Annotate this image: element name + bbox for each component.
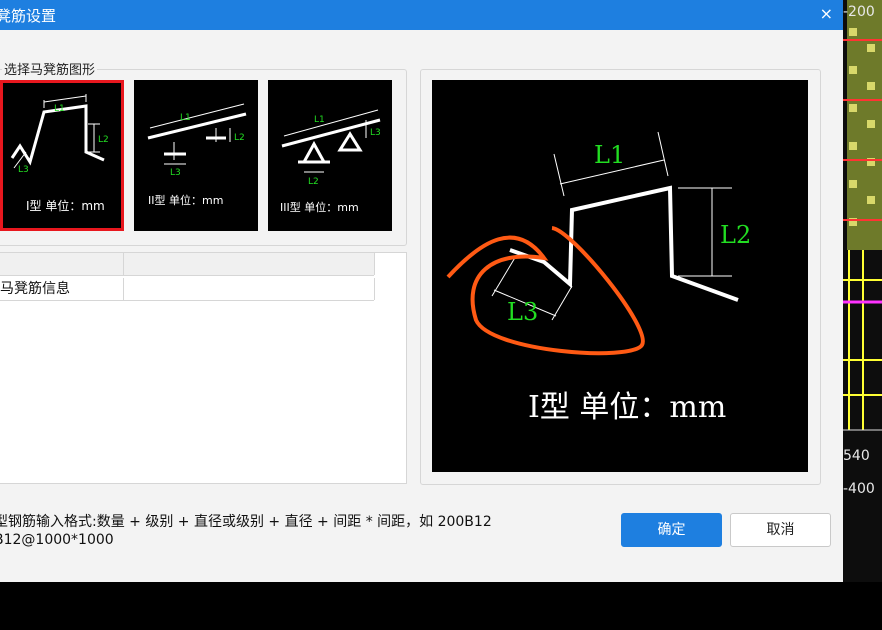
input-format-example: B12@1000*1000 xyxy=(0,532,114,548)
shape-option-type-2[interactable]: L1 L2 L3 II型 单位：mm xyxy=(134,80,258,231)
table-header-cell xyxy=(0,253,124,275)
cad-background: -200 540 -400 xyxy=(843,0,882,582)
dim-label-l1: L1 xyxy=(314,115,325,125)
table-cell-value[interactable] xyxy=(124,278,375,300)
dim-label-l2: L2 xyxy=(720,221,751,249)
title-bar[interactable]: 凳筋设置 × xyxy=(0,0,843,30)
type-2-diagram: L1 L2 L3 II型 单位：mm xyxy=(147,103,247,207)
shape-option-type-3[interactable]: L1 L3 L2 III型 单位：mm xyxy=(268,80,392,231)
dialog-title: 凳筋设置 xyxy=(0,7,57,25)
cad-label: -200 xyxy=(843,4,875,20)
shape-group-title: 选择马凳筋图形 xyxy=(2,59,98,78)
preview-canvas: L1 L2 L3 I型 单位：mm xyxy=(432,80,808,472)
table-header-row xyxy=(0,253,375,276)
type-label: III型 单位：mm xyxy=(280,200,359,214)
stirrup-settings-dialog: 凳筋设置 × 选择马凳筋图形 L1 L2 L3 I型 单位：mm L1 L2 L… xyxy=(0,0,843,582)
table-header-cell xyxy=(124,253,375,275)
type-1-diagram: L1 L2 L3 I型 单位：mm xyxy=(10,94,109,213)
preview-type-label: I型 单位：mm xyxy=(528,390,726,425)
stirrup-info-table: 马凳筋信息 xyxy=(0,252,407,484)
type-label: II型 单位：mm xyxy=(148,193,223,207)
dim-label-l1: L1 xyxy=(180,113,191,123)
preview-diagram: L1 L2 L3 I型 单位：mm xyxy=(446,131,751,425)
type-3-diagram: L1 L3 L2 III型 单位：mm xyxy=(280,109,381,214)
cad-label: -400 xyxy=(843,481,875,497)
dim-label-l3: L3 xyxy=(370,128,381,138)
annotation-circle xyxy=(446,226,645,356)
dim-label-l2: L2 xyxy=(98,135,109,145)
cancel-button[interactable]: 取消 xyxy=(730,513,831,547)
input-format-hint: 型钢筋输入格式:数量 + 级别 + 直径或级别 + 直径 + 间距 * 间距，如… xyxy=(0,514,492,530)
table-row[interactable]: 马凳筋信息 xyxy=(0,278,375,301)
close-icon[interactable]: × xyxy=(820,4,833,23)
cad-label: 540 xyxy=(843,448,870,464)
dim-label-l2: L2 xyxy=(308,177,319,187)
ok-button[interactable]: 确定 xyxy=(621,513,722,547)
dim-label-l1: L1 xyxy=(54,104,65,114)
shape-option-type-1[interactable]: L1 L2 L3 I型 单位：mm xyxy=(0,80,124,231)
dim-label-l3: L3 xyxy=(507,298,538,326)
table-cell-name: 马凳筋信息 xyxy=(0,278,124,300)
type-label: I型 单位：mm xyxy=(26,198,105,213)
dim-label-l3: L3 xyxy=(170,168,181,178)
dim-label-l2: L2 xyxy=(234,133,245,143)
dim-label-l3: L3 xyxy=(18,165,29,175)
dim-label-l1: L1 xyxy=(594,141,625,169)
